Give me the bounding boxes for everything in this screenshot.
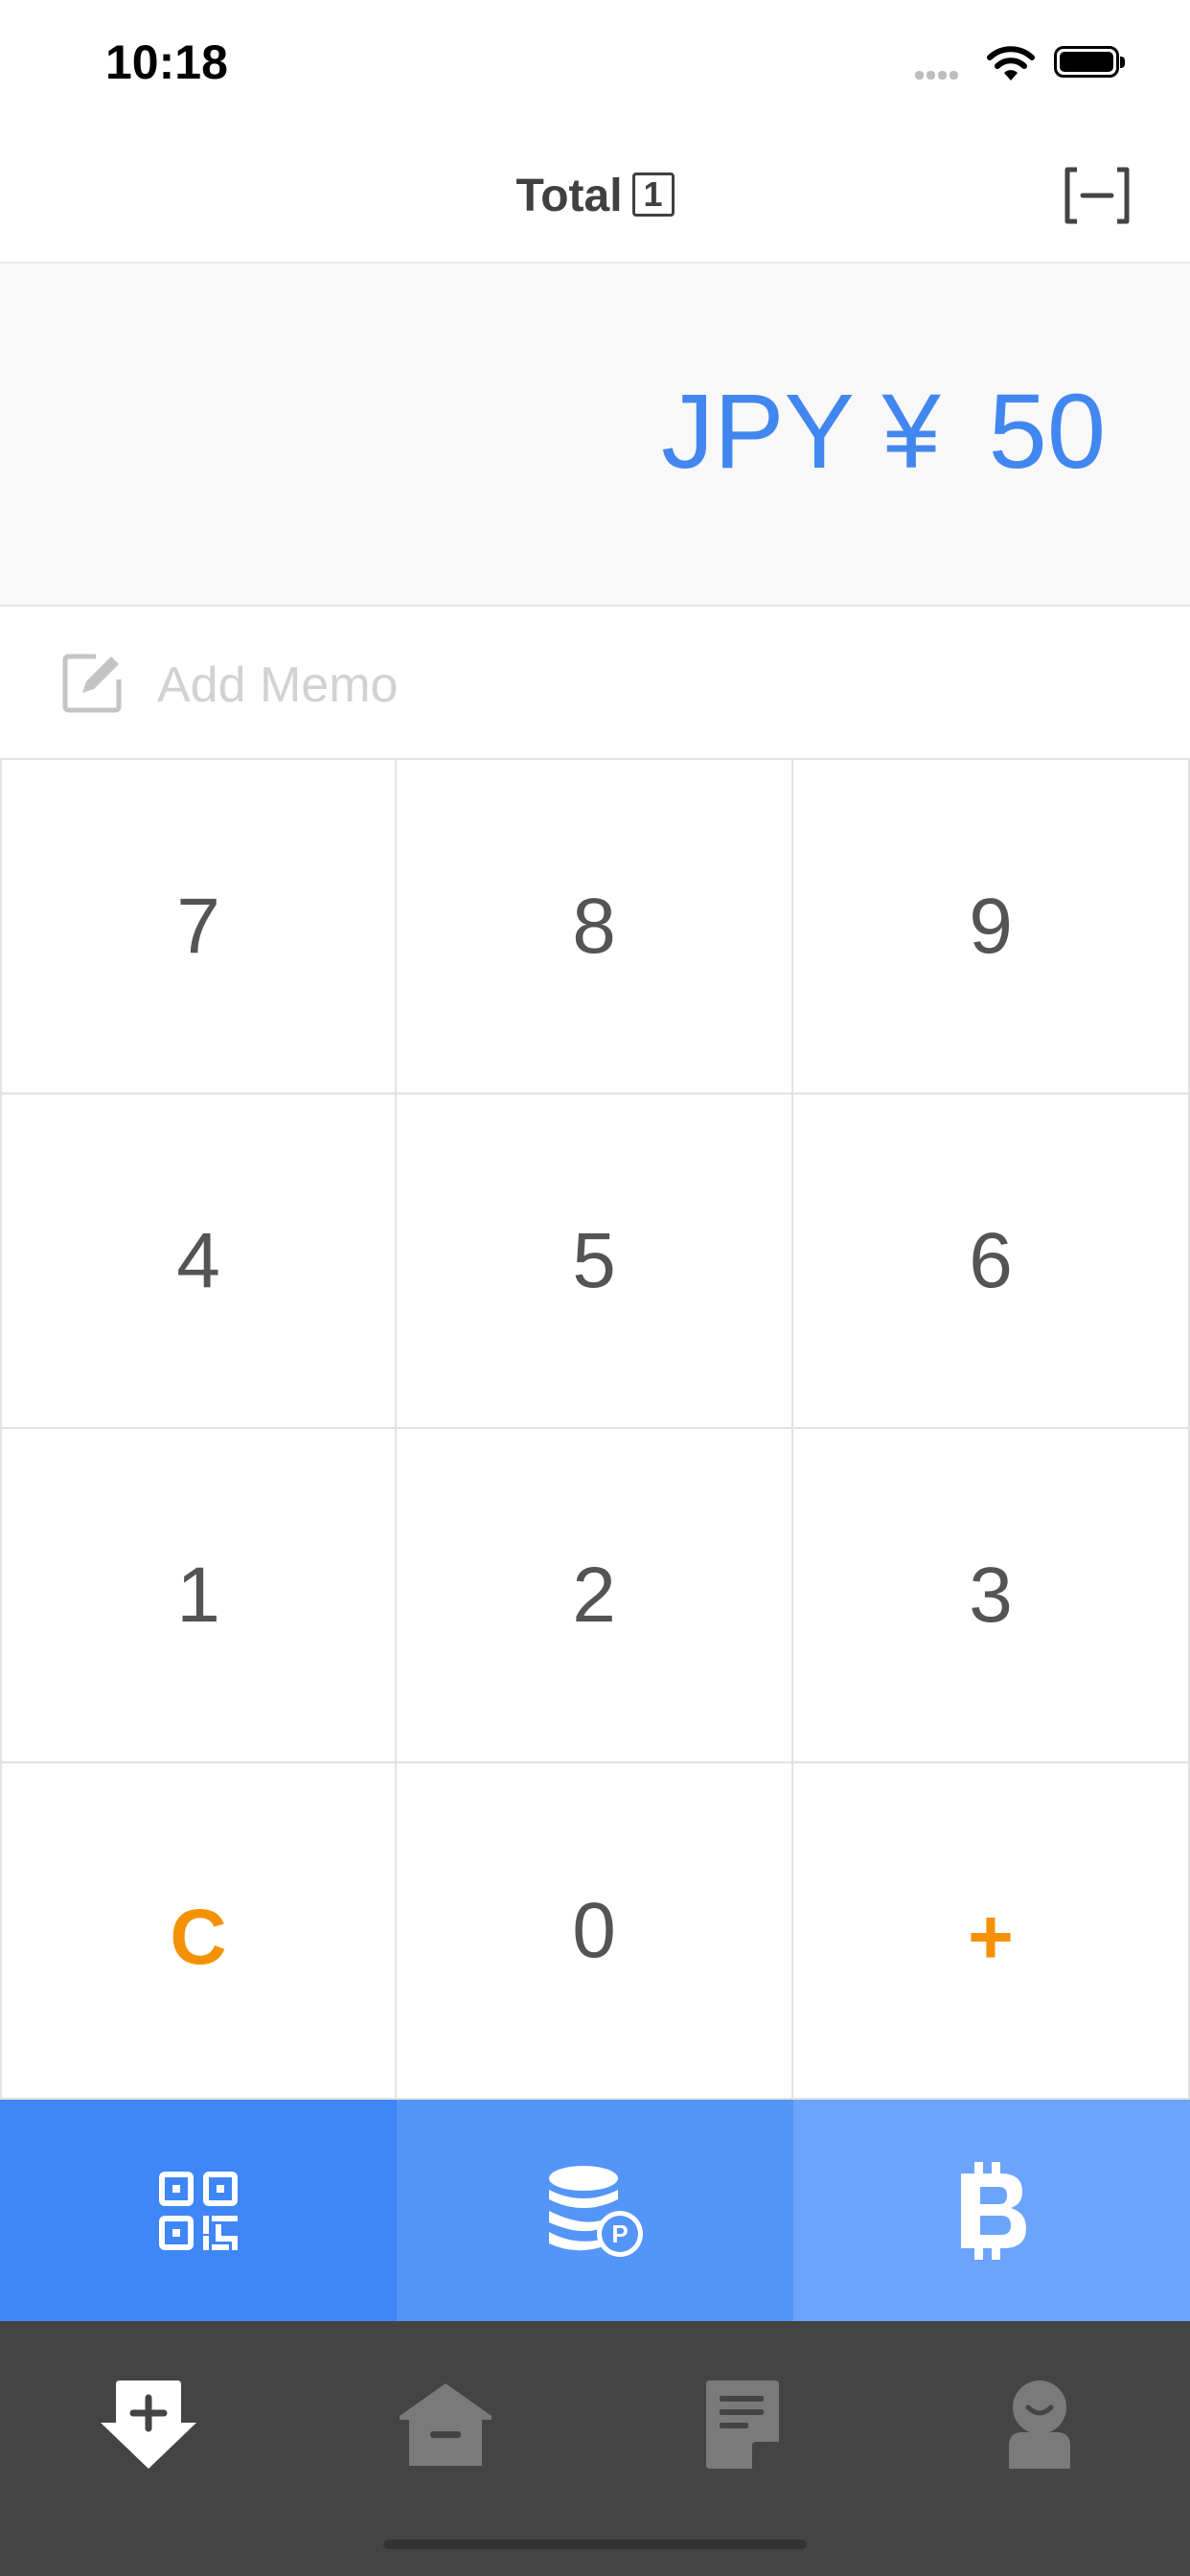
qr-code-icon [159, 2171, 238, 2250]
add-key[interactable]: + [793, 1763, 1190, 2100]
tab-register[interactable] [91, 2367, 206, 2482]
battery-icon [1054, 46, 1125, 78]
key-6[interactable]: 6 [793, 1094, 1190, 1429]
amount-text: JPY ¥ 50 [661, 371, 1106, 493]
memo-input[interactable]: Add Memo [0, 607, 1190, 760]
coin-points-icon: P [549, 2165, 643, 2257]
profile-icon [1009, 2380, 1070, 2469]
qr-payment-button[interactable] [0, 2100, 397, 2321]
collapse-button[interactable] [1064, 166, 1131, 225]
amount-value: 50 [988, 373, 1106, 491]
payment-method-bar: P [0, 2100, 1190, 2321]
tab-profile[interactable] [982, 2367, 1097, 2482]
bitcoin-payment-button[interactable] [793, 2100, 1190, 2321]
edit-icon [62, 654, 122, 713]
receipt-icon [706, 2380, 779, 2469]
key-1[interactable]: 1 [0, 1429, 397, 1763]
cellular-signal-icon [915, 67, 961, 84]
bitcoin-icon [961, 2161, 1026, 2260]
page-title-label: Total [515, 171, 623, 221]
status-time: 10:18 [105, 35, 228, 89]
key-2[interactable]: 2 [397, 1429, 793, 1763]
home-indicator [383, 2540, 807, 2549]
key-4[interactable]: 4 [0, 1094, 397, 1429]
page-title: Total 1 [0, 170, 1190, 222]
key-7[interactable]: 7 [0, 760, 397, 1094]
key-0[interactable]: 0 [397, 1763, 793, 2100]
clear-key[interactable]: C [0, 1763, 397, 2100]
nav-bar: Total 1 [0, 129, 1190, 264]
tab-receipts[interactable] [685, 2367, 800, 2482]
status-bar: 10:18 [0, 0, 1190, 129]
keypad: 7 8 9 4 5 6 1 2 3 C 0 + [0, 760, 1190, 2100]
key-3[interactable]: 3 [793, 1429, 1190, 1763]
amount-display: JPY ¥ 50 [0, 264, 1190, 607]
key-9[interactable]: 9 [793, 760, 1190, 1094]
tab-bar [0, 2321, 1190, 2576]
currency-label: JPY ¥ [661, 373, 941, 491]
home-icon [400, 2383, 492, 2466]
svg-text:P: P [611, 2220, 628, 2248]
points-payment-button[interactable]: P [397, 2100, 793, 2321]
register-add-icon [101, 2380, 196, 2469]
memo-placeholder: Add Memo [157, 657, 399, 713]
key-8[interactable]: 8 [397, 760, 793, 1094]
wifi-icon [987, 46, 1035, 80]
key-5[interactable]: 5 [397, 1094, 793, 1429]
item-count-badge: 1 [631, 172, 675, 218]
tab-home[interactable] [388, 2367, 503, 2482]
